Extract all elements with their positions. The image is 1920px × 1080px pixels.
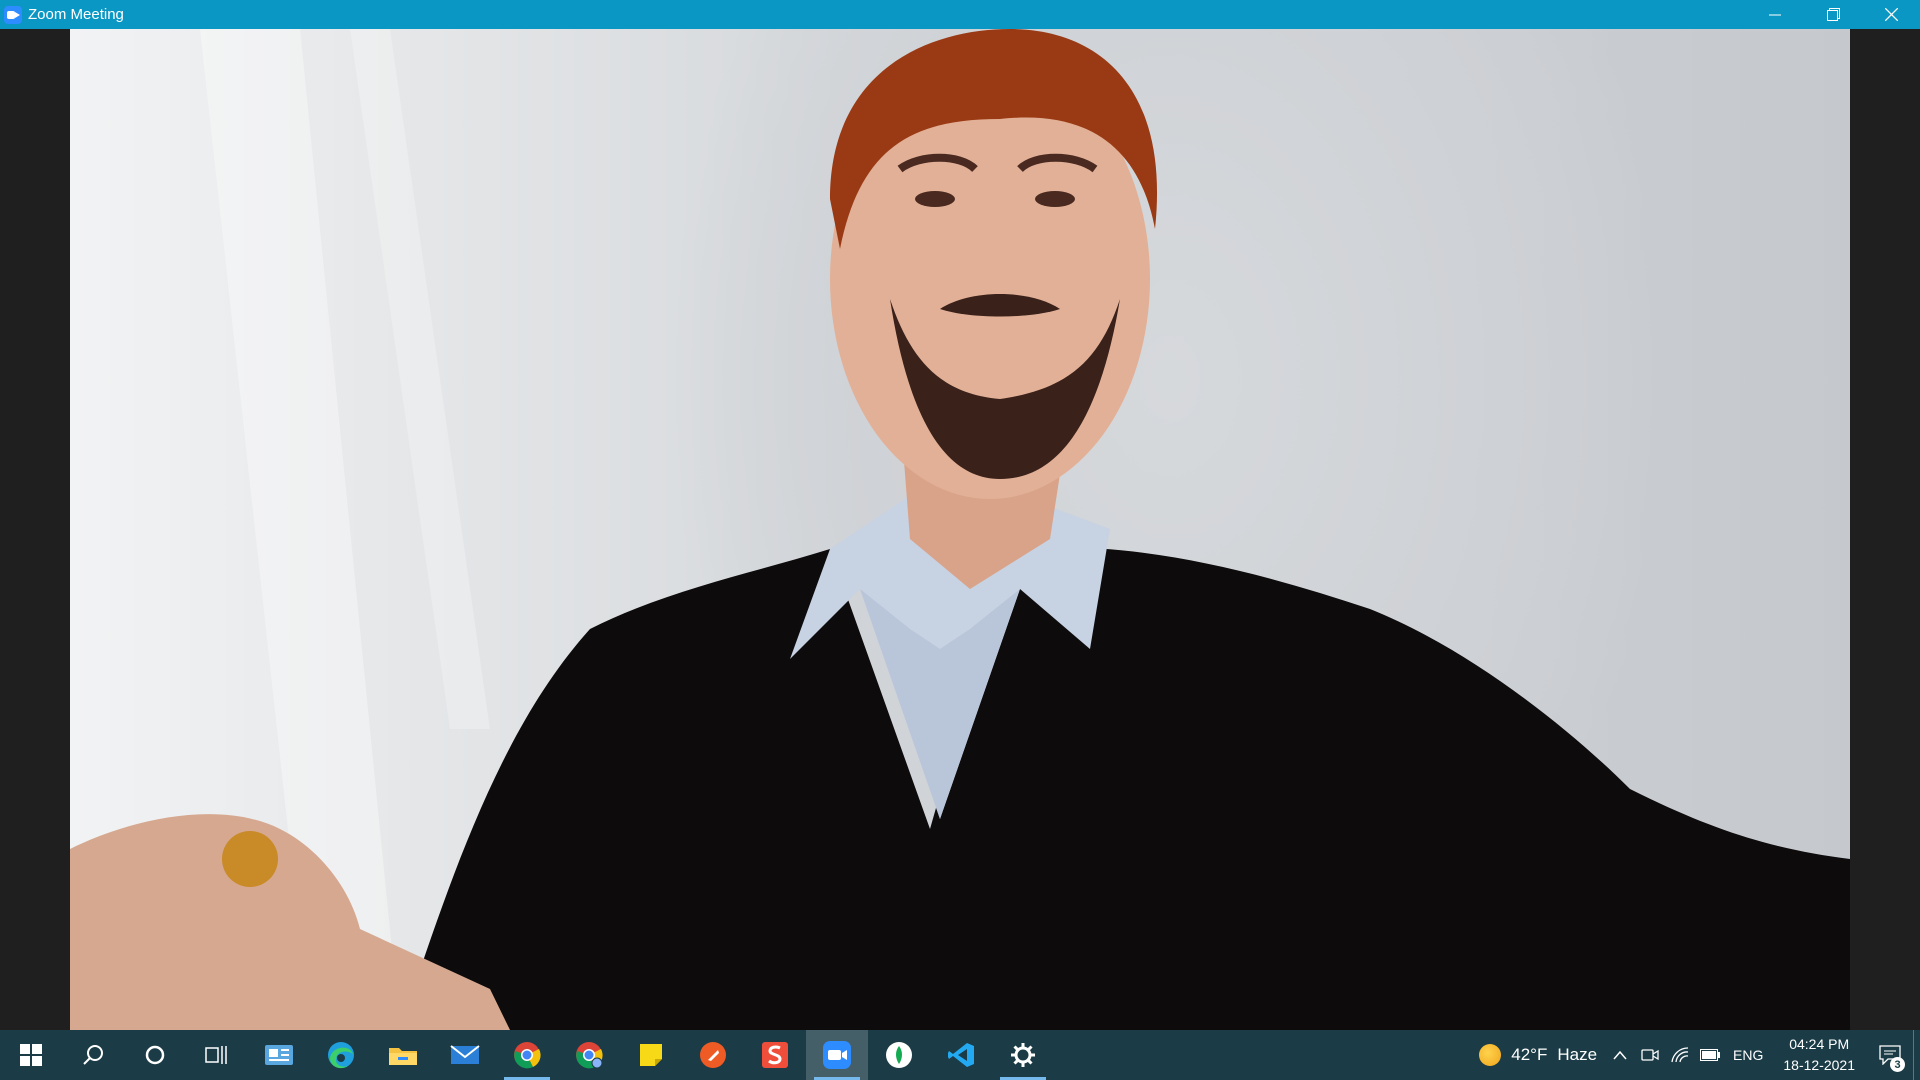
taskbar-app-settings[interactable] <box>992 1030 1054 1080</box>
task-view-icon <box>205 1046 227 1064</box>
chrome-profile-icon <box>576 1042 603 1069</box>
task-view-button[interactable] <box>186 1030 248 1080</box>
restore-icon <box>1826 8 1840 21</box>
news-icon <box>265 1045 293 1065</box>
webcam-image <box>70 29 1850 1030</box>
start-button[interactable] <box>0 1030 62 1080</box>
minimize-icon <box>1769 14 1781 15</box>
edge-icon <box>328 1042 354 1069</box>
sticky-notes-icon <box>640 1044 662 1066</box>
meeting-video-area <box>0 29 1920 1030</box>
weather-condition: Haze <box>1557 1045 1598 1064</box>
network-button[interactable] <box>1665 1030 1695 1080</box>
title-bar: Zoom Meeting <box>0 0 1920 29</box>
battery-button[interactable] <box>1695 1030 1725 1080</box>
taskbar-app-mongodb[interactable] <box>868 1030 930 1080</box>
input-language[interactable]: ENG <box>1725 1047 1771 1063</box>
taskbar-app-zoom[interactable] <box>806 1030 868 1080</box>
taskbar-app-vscode[interactable] <box>930 1030 992 1080</box>
show-desktop-button[interactable] <box>1913 1030 1920 1080</box>
vscode-icon <box>948 1043 974 1067</box>
camera-icon <box>1641 1049 1659 1061</box>
show-hidden-icons-button[interactable] <box>1605 1030 1635 1080</box>
taskbar-app-sticky-notes[interactable] <box>620 1030 682 1080</box>
search-icon <box>83 1045 103 1065</box>
chrome-icon <box>514 1042 541 1069</box>
postman-icon <box>700 1042 726 1068</box>
action-center-button[interactable]: 3 <box>1867 1030 1913 1080</box>
window-controls <box>1746 0 1920 29</box>
window-title: Zoom Meeting <box>28 6 124 23</box>
taskbar-app-file-explorer[interactable] <box>372 1030 434 1080</box>
taskbar-app-chrome[interactable] <box>496 1030 558 1080</box>
close-icon <box>1884 8 1898 21</box>
system-tray: 42°F Haze ENG 04:24 PM 18-12-2021 3 <box>1471 1030 1920 1080</box>
wifi-icon <box>1671 1047 1689 1063</box>
notification-count-badge: 3 <box>1890 1057 1905 1072</box>
close-button[interactable] <box>1862 0 1920 29</box>
chevron-up-icon <box>1613 1050 1627 1060</box>
gear-icon <box>1011 1043 1035 1067</box>
clock-date: 18-12-2021 <box>1783 1057 1855 1073</box>
taskbar-app-mail[interactable] <box>434 1030 496 1080</box>
windows-logo-icon <box>20 1044 42 1066</box>
taskbar-app-news[interactable] <box>248 1030 310 1080</box>
mongodb-icon <box>886 1042 912 1068</box>
taskbar-clock[interactable]: 04:24 PM 18-12-2021 <box>1771 1034 1867 1076</box>
weather-temperature: 42°F <box>1511 1045 1548 1064</box>
sublime-icon <box>762 1042 788 1068</box>
taskbar-app-sublime[interactable] <box>744 1030 806 1080</box>
minimize-button[interactable] <box>1746 0 1804 29</box>
cortana-button[interactable] <box>124 1030 186 1080</box>
folder-icon <box>389 1048 417 1065</box>
taskbar-app-chrome-profile[interactable] <box>558 1030 620 1080</box>
windows-taskbar: 42°F Haze ENG 04:24 PM 18-12-2021 3 <box>0 1030 1920 1080</box>
self-video-feed <box>70 29 1850 1030</box>
taskbar-app-postman[interactable] <box>682 1030 744 1080</box>
clock-time: 04:24 PM <box>1789 1036 1850 1052</box>
meet-now-button[interactable] <box>1635 1030 1665 1080</box>
cortana-circle-icon <box>145 1045 165 1065</box>
weather-haze-icon <box>1479 1044 1502 1066</box>
zoom-app-icon <box>4 5 22 24</box>
battery-icon <box>1700 1049 1721 1061</box>
restore-button[interactable] <box>1804 0 1862 29</box>
zoom-icon <box>823 1041 851 1069</box>
search-button[interactable] <box>62 1030 124 1080</box>
weather-widget[interactable]: 42°F Haze <box>1471 1044 1605 1066</box>
taskbar-app-edge[interactable] <box>310 1030 372 1080</box>
mail-icon <box>450 1045 480 1064</box>
